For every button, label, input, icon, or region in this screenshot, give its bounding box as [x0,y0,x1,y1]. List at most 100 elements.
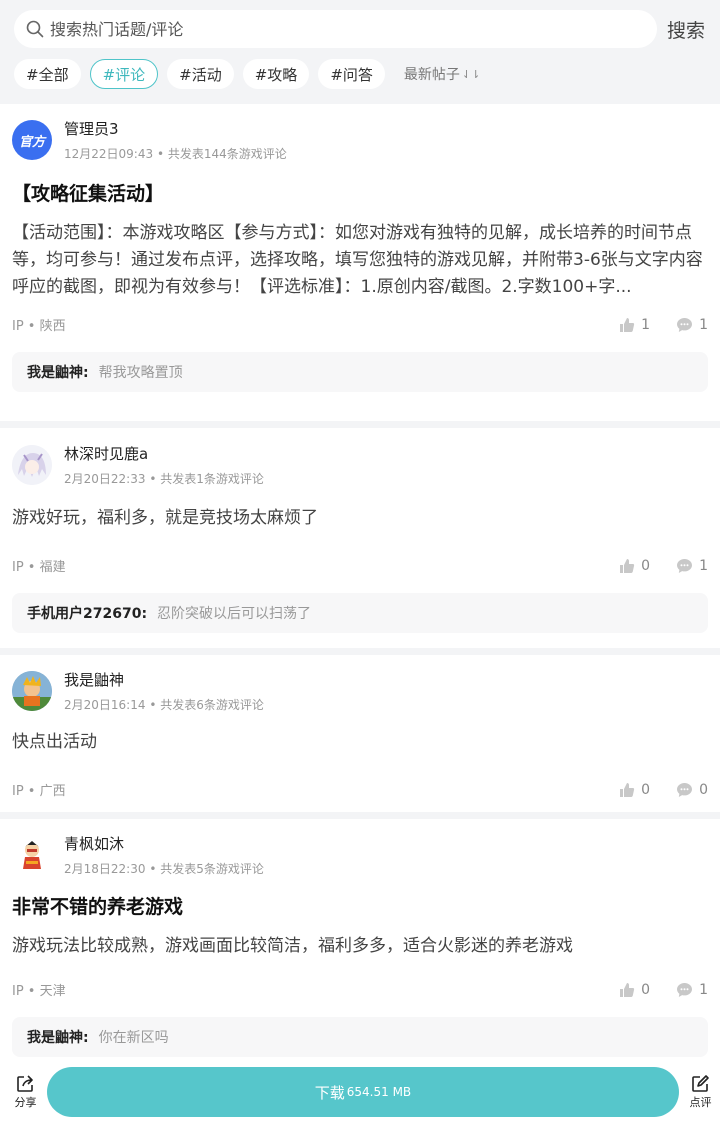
search-button[interactable]: 搜索 [667,16,705,43]
post-card[interactable]: 青枫如沐 2月18日22:30 • 共发表5条游戏评论 非常不错的养老游戏 游戏… [0,819,720,1079]
sort-icon: ⇃⇂ [461,67,481,81]
thumbs-up-icon [620,982,635,997]
username[interactable]: 管理员3 [64,118,287,140]
post-time: 2月18日22:30 [64,862,146,876]
like-button[interactable]: 0 [619,558,650,574]
search-icon [26,20,44,38]
download-label: 下载 [314,1083,345,1102]
comment-icon [677,982,693,997]
avatar[interactable] [12,835,52,875]
download-size: 654.51 MB [346,1085,412,1099]
avatar[interactable] [12,671,52,711]
comment-count: 1 [699,557,708,574]
divider [0,648,720,655]
post-card[interactable]: 林深时见鹿a 2月20日22:33 • 共发表1条游戏评论 游戏好玩，福利多，就… [0,428,720,648]
comment-icon [677,317,693,332]
post-header: 林深时见鹿a 2月20日22:33 • 共发表1条游戏评论 [12,428,708,487]
tag-row: #全部 #评论 #活动 #攻略 #问答 最新帖子 ⇃⇂ [14,59,706,89]
thumbs-up-icon [620,782,635,797]
post-body[interactable]: 游戏玩法比较成熟，游戏画面比较简洁，福利多多，适合火影迷的养老游戏 [12,933,708,960]
tag-guide[interactable]: #攻略 [242,59,310,89]
comment-button[interactable]: 0 [676,782,708,798]
thumbs-up-icon [620,558,635,573]
like-count: 1 [641,316,651,333]
post-footer: IP • 陕西 1 1 [12,315,708,335]
post-time: 2月20日22:33 [64,472,146,486]
search-row: 搜索 [14,10,706,48]
post-time: 2月20日16:14 [64,698,146,712]
post-header: 青枫如沐 2月18日22:30 • 共发表5条游戏评论 [12,819,708,877]
cartoon-avatar-image [12,671,52,711]
tag-review[interactable]: #评论 [89,59,159,89]
like-button[interactable]: 0 [619,982,650,998]
post-time: 12月22日09:43 [64,147,154,161]
comment-button[interactable]: 1 [676,317,708,333]
post-count: 共发表144条游戏评论 [167,147,287,161]
edit-icon [692,1075,710,1092]
post-body[interactable]: 快点出活动 [12,729,708,756]
post-actions: 0 1 [593,558,708,574]
reply-author: 我是鼬神: [27,1030,89,1046]
like-button[interactable]: 1 [619,317,650,333]
comment-icon [677,782,693,797]
sort-dropdown[interactable]: 最新帖子 ⇃⇂ [404,64,480,84]
post-header: 官方 管理员3 12月22日09:43 • 共发表144条游戏评论 [12,104,708,162]
reply-text: 忍阶突破以后可以扫荡了 [157,606,312,622]
post-body[interactable]: 【活动范围】：本游戏攻略区【参与方式】：如您对游戏有独特的见解，成长培养的时间节… [12,220,708,301]
reply-text: 你在新区吗 [98,1030,169,1046]
user-meta: 林深时见鹿a 2月20日22:33 • 共发表1条游戏评论 [64,443,264,487]
post-meta: 2月20日22:33 • 共发表1条游戏评论 [64,472,264,486]
comment-button[interactable]: 1 [676,982,708,998]
bottom-bar: 分享 下载 654.51 MB 点评 [0,1061,720,1123]
avatar[interactable]: 官方 [12,120,52,160]
share-button[interactable]: 分享 [4,1074,47,1110]
post-card[interactable]: 我是鼬神 2月20日16:14 • 共发表6条游戏评论 快点出活动 IP • 广… [0,655,720,812]
divider [0,812,720,819]
like-button[interactable]: 0 [619,782,650,798]
ip-location: IP • 广西 [12,784,66,799]
search-box[interactable] [14,10,657,48]
post-meta: 12月22日09:43 • 共发表144条游戏评论 [64,147,287,161]
post-card[interactable]: 官方 管理员3 12月22日09:43 • 共发表144条游戏评论 【攻略征集活… [0,104,720,421]
reply-preview[interactable]: 我是鼬神: 你在新区吗 [12,1017,708,1057]
post-actions: 0 0 [593,782,708,798]
page: 搜索 #全部 #评论 #活动 #攻略 #问答 最新帖子 ⇃⇂ 官方 管理员3 1… [0,0,720,1123]
ip-location: IP • 天津 [12,984,66,999]
download-button[interactable]: 下载 654.51 MB [46,1067,679,1117]
comment-button[interactable]: 1 [676,558,708,574]
reply-author: 手机用户272670: [27,606,148,622]
ip-location: IP • 福建 [12,560,66,575]
tag-qa[interactable]: #问答 [318,59,385,89]
tag-all[interactable]: #全部 [14,59,81,89]
reply-text: 帮我攻略置顶 [98,365,183,381]
post-title[interactable]: 非常不错的养老游戏 [12,893,708,921]
comment-count: 0 [699,781,708,798]
username[interactable]: 青枫如沐 [64,833,264,855]
user-meta: 我是鼬神 2月20日16:14 • 共发表6条游戏评论 [64,669,264,713]
sort-label: 最新帖子 [403,67,460,83]
post-count: 共发表1条游戏评论 [160,472,264,486]
share-label: 分享 [14,1096,37,1109]
like-count: 0 [641,557,651,574]
post-header: 我是鼬神 2月20日16:14 • 共发表6条游戏评论 [12,655,708,713]
divider [0,421,720,428]
reply-preview[interactable]: 手机用户272670: 忍阶突破以后可以扫荡了 [12,593,708,633]
avatar-label: 官方 [18,134,45,150]
username[interactable]: 林深时见鹿a [64,443,264,465]
like-count: 0 [641,981,651,998]
tag-activity[interactable]: #活动 [167,59,234,89]
post-footer: IP • 天津 0 1 [12,980,708,1000]
post-count: 共发表6条游戏评论 [160,698,264,712]
post-body[interactable]: 游戏好玩，福利多，就是竞技场太麻烦了 [12,505,708,532]
comment-count: 1 [699,981,708,998]
post-title[interactable]: 【攻略征集活动】 [12,180,708,208]
post-meta: 2月20日16:14 • 共发表6条游戏评论 [64,698,264,712]
post-footer: IP • 广西 0 0 [12,780,708,800]
user-meta: 青枫如沐 2月18日22:30 • 共发表5条游戏评论 [64,833,264,877]
search-input[interactable] [50,19,610,39]
post-actions: 0 1 [593,982,708,998]
reply-preview[interactable]: 我是鼬神: 帮我攻略置顶 [12,352,708,392]
username[interactable]: 我是鼬神 [64,669,264,691]
avatar[interactable] [12,445,52,485]
review-button[interactable]: 点评 [681,1074,720,1110]
